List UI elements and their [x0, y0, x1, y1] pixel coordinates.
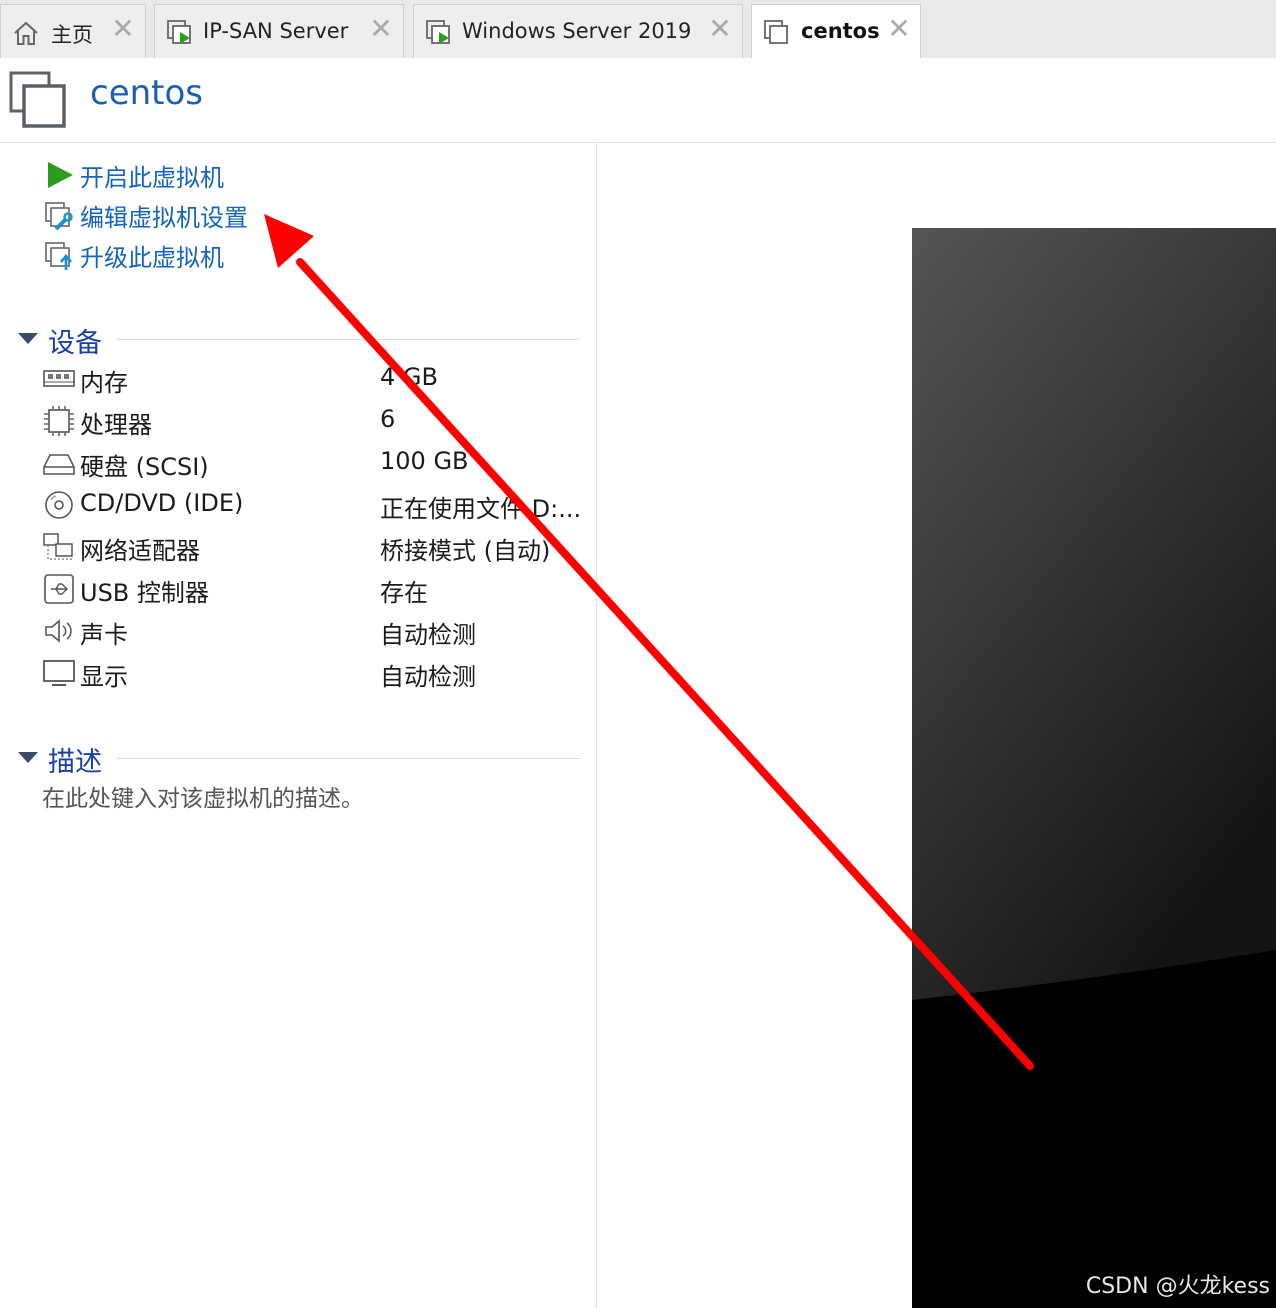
devices-section-header[interactable]: 设备 [16, 321, 581, 359]
device-value: 自动检测 [380, 663, 476, 691]
section-title: 描述 [48, 747, 102, 778]
divider [116, 339, 581, 340]
vm-header: centos [0, 58, 1276, 143]
tab-label: IP-SAN Server [203, 19, 349, 43]
hard-disk-icon [43, 454, 75, 475]
tab-ip-san-server[interactable]: IP-SAN Server ✕ [154, 4, 404, 58]
vm-summary-panel: 开启此虚拟机 编辑虚拟机设置 升级此虚拟机 设备 内存 4 GB 处理器 6 硬… [0, 143, 596, 1308]
device-name: USB 控制器 [80, 579, 209, 607]
device-value: 正在使用文件 D:... [380, 495, 580, 523]
device-row-sound-card[interactable]: 声卡 自动检测 [42, 611, 582, 651]
tab-centos[interactable]: centos ✕ [751, 4, 921, 59]
panel-divider [596, 143, 597, 1308]
action-label: 升级此虚拟机 [80, 244, 224, 272]
vm-icon [764, 20, 788, 44]
collapse-triangle-icon[interactable] [18, 333, 38, 344]
processor-icon [44, 406, 74, 436]
device-row-cd-dvd[interactable]: CD/DVD (IDE) 正在使用文件 D:... [42, 485, 582, 525]
network-adapter-icon [43, 533, 73, 560]
device-row-processor[interactable]: 处理器 6 [42, 401, 582, 441]
vm-screen-preview[interactable] [912, 228, 1276, 1308]
device-row-display[interactable]: 显示 自动检测 [42, 653, 582, 693]
tab-label: Windows Server 2019 [462, 19, 692, 43]
device-value: 4 GB [380, 363, 438, 391]
divider [116, 758, 581, 759]
device-value: 100 GB [380, 447, 469, 475]
upgrade-icon [45, 242, 72, 270]
close-icon[interactable]: ✕ [706, 15, 734, 43]
vm-running-icon [426, 20, 450, 44]
device-name: 网络适配器 [80, 537, 200, 565]
watermark: CSDN @火龙kess [1085, 1274, 1270, 1299]
device-value: 6 [380, 405, 396, 433]
edit-settings-icon [45, 202, 73, 231]
device-name: 硬盘 (SCSI) [80, 453, 209, 481]
device-row-usb-controller[interactable]: USB 控制器 存在 [42, 569, 582, 609]
action-label: 开启此虚拟机 [80, 164, 224, 192]
section-title: 设备 [48, 328, 102, 359]
description-section-header[interactable]: 描述 [16, 740, 581, 778]
close-icon[interactable]: ✕ [109, 15, 137, 43]
tab-label: centos [801, 19, 880, 43]
collapse-triangle-icon[interactable] [18, 752, 38, 763]
device-value: 桥接模式 (自动) [380, 537, 551, 565]
preview-screen-image [912, 228, 1276, 1308]
cd-dvd-icon [45, 491, 73, 519]
device-value: 存在 [380, 579, 428, 607]
memory-icon [43, 370, 75, 387]
usb-icon [44, 574, 74, 604]
close-icon[interactable]: ✕ [885, 15, 913, 43]
device-name: 声卡 [80, 621, 128, 649]
action-label: 编辑虚拟机设置 [80, 204, 248, 232]
device-row-network-adapter[interactable]: 网络适配器 桥接模式 (自动) [42, 527, 582, 567]
device-row-memory[interactable]: 内存 4 GB [42, 359, 582, 399]
vm-icon [9, 71, 66, 128]
device-name: 内存 [80, 369, 128, 397]
device-row-hard-disk[interactable]: 硬盘 (SCSI) 100 GB [42, 443, 582, 483]
device-name: 处理器 [80, 411, 152, 439]
display-icon [43, 660, 75, 686]
close-icon[interactable]: ✕ [367, 15, 395, 43]
sound-card-icon [45, 619, 72, 643]
device-name: 显示 [80, 663, 128, 691]
tab-bar: 主页 ✕ IP-SAN Server ✕ Windows Server 2019… [0, 0, 1276, 59]
tab-label: 主页 [51, 23, 93, 47]
home-icon [14, 21, 38, 45]
tab-home[interactable]: 主页 ✕ [0, 4, 146, 58]
device-value: 自动检测 [380, 621, 476, 649]
device-name: CD/DVD (IDE) [80, 489, 244, 517]
vm-running-icon [167, 20, 191, 44]
description-field[interactable]: 在此处键入对该虚拟机的描述。 [42, 779, 364, 813]
tab-windows-server-2019[interactable]: Windows Server 2019 ✕ [413, 4, 743, 58]
page-title: centos [90, 73, 204, 113]
play-icon [48, 162, 73, 188]
